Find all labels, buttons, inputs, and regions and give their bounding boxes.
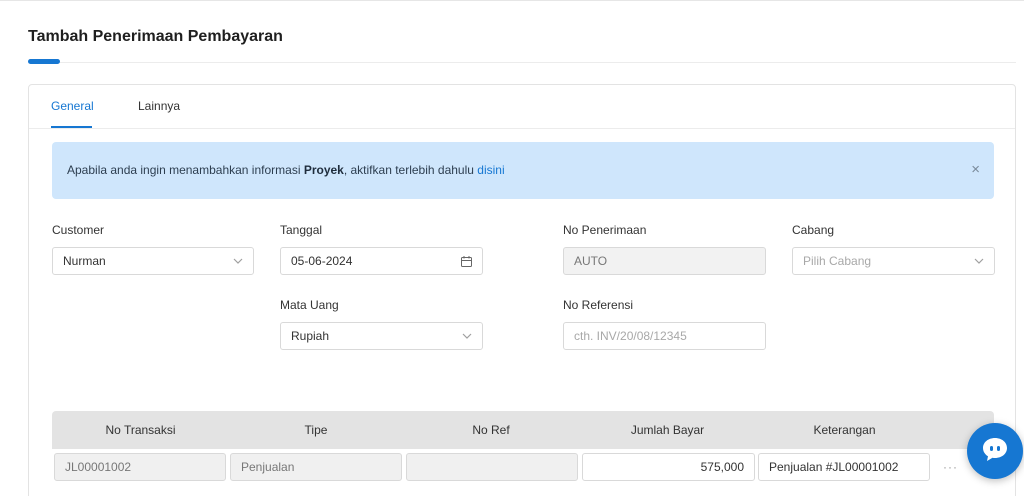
form-card: General Lainnya Apabila anda ingin menam… — [28, 84, 1016, 496]
row-no-ref — [406, 453, 578, 481]
chevron-down-icon — [461, 323, 473, 349]
row-jumlah-bayar-input[interactable]: 575,000 — [582, 453, 755, 481]
mata-uang-select[interactable]: Rupiah — [280, 322, 483, 350]
close-icon[interactable]: × — [971, 160, 980, 180]
tab-lainnya[interactable]: Lainnya — [138, 99, 180, 113]
customer-label: Customer — [52, 223, 105, 237]
column-no-ref: No Ref — [472, 423, 510, 437]
alert-bold-project: Proyek — [303, 163, 344, 177]
title-accent-bar — [28, 59, 60, 64]
row-keterangan-input[interactable]: Penjualan #JL00001002 — [758, 453, 930, 481]
cabang-select[interactable]: Pilih Cabang — [792, 247, 995, 275]
cabang-placeholder: Pilih Cabang — [803, 254, 872, 268]
tanggal-datepicker[interactable]: 05-06-2024 — [280, 247, 483, 275]
chevron-down-icon — [973, 248, 985, 274]
cabang-label: Cabang — [792, 223, 835, 237]
title-divider — [60, 62, 1016, 63]
tab-bar: General Lainnya — [29, 85, 1015, 129]
column-keterangan: Keterangan — [813, 423, 876, 437]
mata-uang-label: Mata Uang — [280, 298, 339, 312]
alert-message: Apabila anda ingin menambahkan informasi… — [67, 163, 505, 177]
row-tipe: Penjualan — [230, 453, 402, 481]
chat-button[interactable] — [967, 423, 1023, 479]
no-penerimaan-label: No Penerimaan — [563, 223, 647, 237]
tab-general[interactable]: General — [51, 99, 94, 113]
alert-text-before: Apabila anda ingin menambahkan informasi — [67, 163, 304, 177]
tanggal-label: Tanggal — [280, 223, 323, 237]
alert-text-after: , aktifkan terlebih dahulu — [343, 163, 478, 177]
chat-bubble-icon — [980, 435, 1010, 468]
column-no-transaksi: No Transaksi — [105, 423, 176, 437]
tanggal-value: 05-06-2024 — [291, 254, 353, 268]
no-referensi-label: No Referensi — [563, 298, 634, 312]
active-tab-indicator — [51, 126, 92, 128]
table-header: No Transaksi Tipe No Ref Jumlah Bayar Ke… — [52, 411, 994, 449]
column-jumlah-bayar: Jumlah Bayar — [630, 423, 705, 437]
no-penerimaan-input: AUTO — [563, 247, 766, 275]
page-title: Tambah Penerimaan Pembayaran — [28, 28, 283, 45]
no-referensi-input[interactable]: cth. INV/20/08/12345 — [563, 322, 766, 350]
alert-link-disini[interactable]: disini — [477, 163, 504, 177]
row-no-transaksi: JL00001002 — [54, 453, 226, 481]
mata-uang-value: Rupiah — [291, 329, 330, 343]
calendar-icon[interactable] — [460, 248, 473, 274]
chevron-down-icon — [232, 248, 244, 274]
customer-value: Nurman — [63, 254, 106, 268]
column-tipe: Tipe — [304, 423, 328, 437]
info-alert: Apabila anda ingin menambahkan informasi… — [52, 142, 994, 199]
row-more-icon[interactable]: ··· — [943, 460, 958, 474]
customer-select[interactable]: Nurman — [52, 247, 254, 275]
